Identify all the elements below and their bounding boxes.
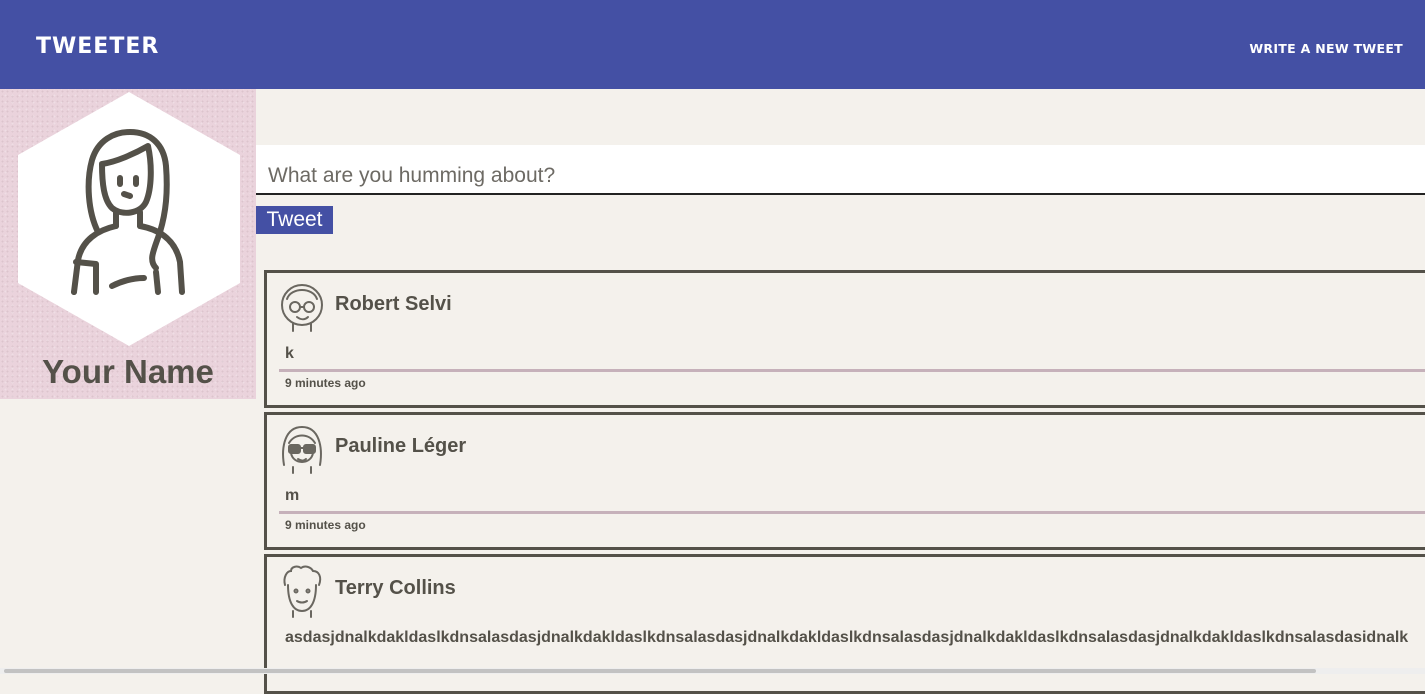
top-nav: TWEETER WRITE A NEW TWEET	[0, 0, 1425, 89]
tweet-card: Robert Selvi k 9 minutes ago	[264, 270, 1425, 408]
tweet-author[interactable]: Pauline Léger	[335, 435, 466, 458]
profile-panel: Your Name	[0, 89, 256, 399]
brand-logo[interactable]: TWEETER	[36, 34, 159, 59]
tweet-author[interactable]: Robert Selvi	[335, 293, 452, 316]
tweet-body: asdasjdnalkdakldaslkdnsalasdasjdnalkdakl…	[285, 629, 1409, 646]
tweet-body: m	[285, 487, 300, 504]
female-avatar-icon	[18, 92, 240, 346]
tweet-author[interactable]: Terry Collins	[335, 577, 456, 600]
scrollbar-thumb[interactable]	[4, 669, 1316, 673]
horizontal-scrollbar[interactable]	[0, 668, 1425, 674]
tweet-card: Pauline Léger m 9 minutes ago	[264, 412, 1425, 550]
profile-name: Your Name	[42, 353, 214, 390]
tweet-timestamp: 9 minutes ago	[285, 376, 366, 390]
new-tweet-input[interactable]	[256, 145, 1425, 195]
glasses-man-avatar-icon	[281, 284, 323, 332]
write-new-tweet-link[interactable]: WRITE A NEW TWEET	[1249, 41, 1403, 56]
tweet-divider	[279, 511, 1425, 514]
tweet-divider	[279, 369, 1425, 372]
sunglasses-woman-avatar-icon	[282, 425, 322, 474]
curly-hair-man-avatar-icon	[283, 565, 322, 618]
tweet-submit-button[interactable]: Tweet	[256, 206, 333, 234]
tweet-timestamp: 9 minutes ago	[285, 518, 366, 532]
tweet-body: k	[285, 345, 294, 362]
